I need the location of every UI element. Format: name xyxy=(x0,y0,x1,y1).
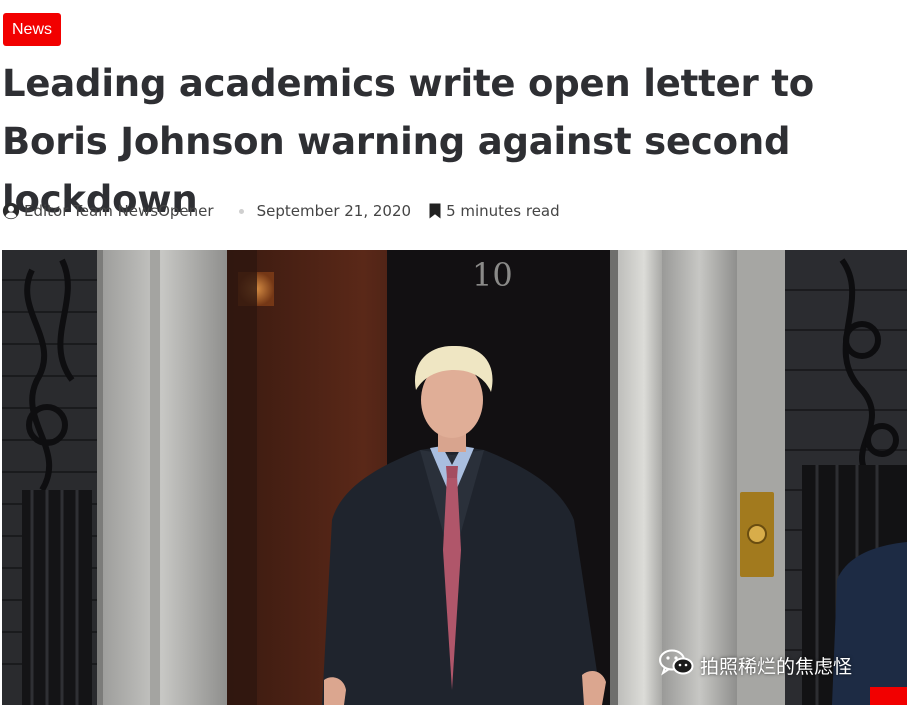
read-time-label: 5 minutes read xyxy=(446,202,560,220)
watermark: 拍照稀烂的焦虑怪 xyxy=(658,649,853,682)
article-meta: Editor Team NewsOpener September 21, 202… xyxy=(2,198,560,224)
bookmark-icon xyxy=(411,203,446,219)
author-byline[interactable]: Editor Team NewsOpener xyxy=(2,202,214,220)
meta-separator-dot xyxy=(238,208,244,214)
wechat-icon xyxy=(658,649,700,682)
door-number-10: 10 xyxy=(472,256,513,294)
featured-image: 10 xyxy=(2,250,907,705)
watermark-text: 拍照稀烂的焦虑怪 xyxy=(700,655,853,678)
category-badge-news[interactable]: News xyxy=(3,13,62,46)
read-time: 5 minutes read xyxy=(411,202,560,220)
publish-date: September 21, 2020 xyxy=(256,202,412,220)
author-name: Editor Team NewsOpener xyxy=(24,202,214,220)
corner-accent xyxy=(870,687,907,705)
user-circle-icon xyxy=(2,202,24,220)
